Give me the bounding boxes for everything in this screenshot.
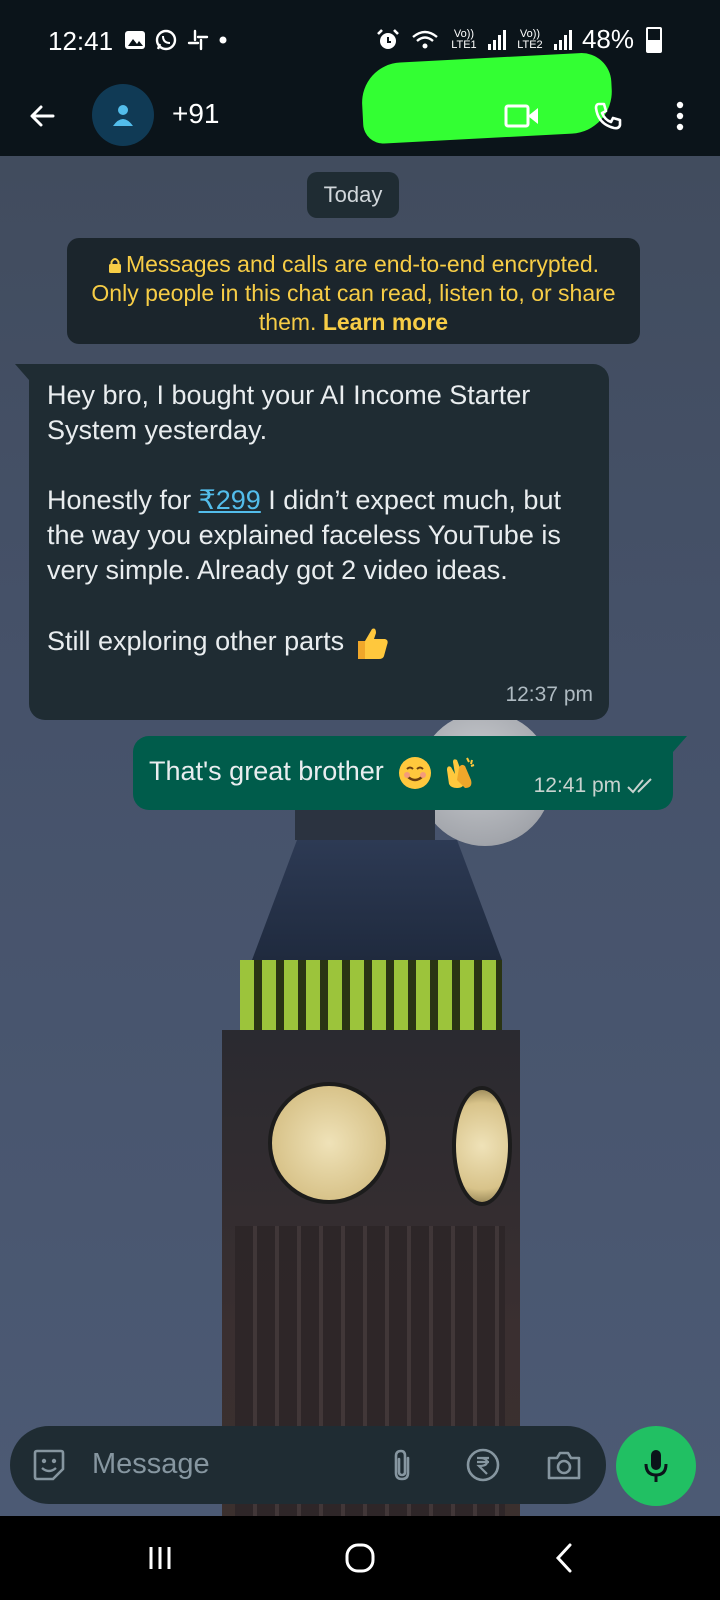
video-camera-icon	[504, 104, 538, 128]
tower-spire	[295, 806, 435, 840]
contact-name: +91	[172, 98, 220, 129]
more-vertical-icon	[676, 101, 684, 131]
payment-button[interactable]	[462, 1444, 504, 1486]
video-call-button[interactable]	[498, 92, 546, 140]
chevron-left-icon	[555, 1543, 572, 1573]
avatar[interactable]	[92, 84, 154, 146]
message-composer[interactable]: Message	[10, 1426, 606, 1504]
voice-message-button[interactable]	[616, 1426, 696, 1506]
paperclip-icon	[394, 1449, 410, 1481]
price-link[interactable]: ₹299	[199, 485, 261, 515]
whatsapp-icon	[155, 29, 177, 51]
tower-roof	[252, 840, 502, 960]
chat-header: +91 4	[0, 51, 720, 156]
chat-area[interactable]: Today Messages and calls are end-to-end …	[0, 156, 720, 1516]
recent-apps-button[interactable]	[138, 1536, 182, 1580]
network-label-2: Vo)) LTE2	[517, 27, 543, 51]
person-icon	[113, 105, 133, 126]
network-label-1: Vo)) LTE1	[451, 27, 477, 51]
notification-icons	[124, 28, 228, 52]
incoming-message[interactable]: Hey bro, I bought your AI Income Starter…	[15, 364, 609, 720]
smiling-face-emoji-icon	[399, 757, 432, 789]
slack-icon	[187, 29, 209, 51]
status-time: 12:41	[48, 26, 114, 56]
contact-info[interactable]: +91 4	[160, 51, 614, 156]
encryption-notice[interactable]: Messages and calls are end-to-end encryp…	[67, 238, 640, 344]
message-text: Honestly for	[47, 485, 199, 515]
attach-button[interactable]	[382, 1444, 422, 1486]
voice-call-button[interactable]	[584, 92, 632, 140]
message-text: Still exploring other parts	[47, 626, 345, 657]
message-text: That's great brother	[149, 756, 384, 787]
clock-face-front	[268, 1082, 390, 1204]
message-time: 12:41 pm	[533, 774, 622, 797]
more-options-button[interactable]	[660, 92, 700, 140]
double-check-icon	[627, 778, 652, 794]
message-time-status: 12:41 pm	[534, 774, 655, 798]
back-arrow-icon	[30, 105, 55, 127]
system-nav-bar	[0, 1516, 720, 1600]
phone-icon	[594, 102, 622, 130]
camera-button[interactable]	[542, 1444, 586, 1486]
home-icon	[345, 1543, 375, 1573]
message-time: 12:37 pm	[505, 683, 593, 706]
message-paragraph: Honestly for ₹299 I didn’t expect much, …	[47, 483, 591, 588]
recent-apps-icon	[149, 1547, 171, 1569]
battery-icon	[646, 26, 662, 53]
battery-percent: 48%	[581, 24, 634, 54]
message-input[interactable]: Message	[92, 1448, 210, 1481]
outgoing-message[interactable]: That's great brother 12:41 pm	[133, 736, 687, 810]
clapping-hands-emoji-icon	[446, 757, 475, 788]
learn-more-link[interactable]: Learn more	[323, 309, 448, 335]
wifi-icon	[412, 30, 438, 48]
back-button[interactable]	[22, 96, 62, 136]
message-paragraph: Still exploring other parts	[47, 623, 591, 663]
sticker-button[interactable]	[28, 1444, 70, 1486]
sticker-icon	[33, 1449, 65, 1481]
lock-icon	[108, 258, 121, 273]
message-paragraph: Hey bro, I bought your AI Income Starter…	[47, 380, 531, 445]
alarm-icon	[377, 28, 399, 49]
rupee-icon	[466, 1448, 500, 1482]
home-button[interactable]	[338, 1536, 382, 1580]
date-chip: Today	[307, 172, 399, 218]
tower-belfry	[240, 960, 502, 1030]
status-right: Vo)) LTE1 Vo)) LTE2 48%	[376, 24, 662, 55]
dot-icon	[219, 36, 227, 44]
gallery-icon	[125, 31, 145, 49]
camera-icon	[547, 1451, 581, 1480]
signal-icon-1	[487, 29, 506, 50]
redaction-mark	[360, 51, 614, 145]
status-bar: 12:41 Vo)) LTE1 Vo)) LTE2 48%	[0, 0, 720, 80]
system-back-button[interactable]	[542, 1536, 586, 1580]
microphone-icon	[644, 1450, 668, 1482]
thumbs-up-emoji-icon	[357, 628, 388, 659]
signal-icon-2	[553, 29, 572, 50]
clock-face-side	[452, 1086, 512, 1206]
